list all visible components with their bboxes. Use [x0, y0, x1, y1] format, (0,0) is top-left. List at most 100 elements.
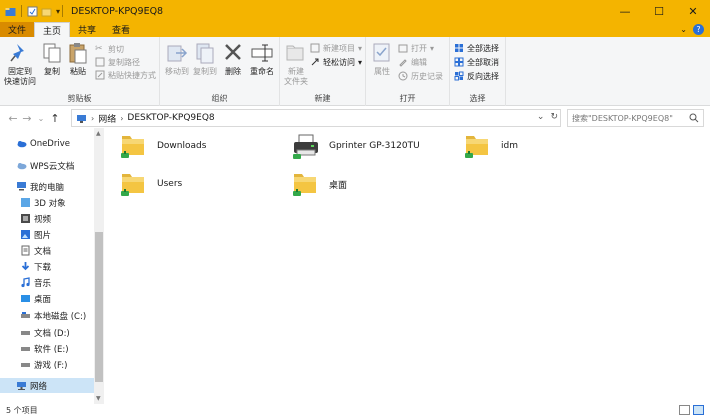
list-item[interactable]: Downloads — [119, 128, 206, 164]
copy-path-button[interactable]: 复制路径 — [95, 56, 140, 68]
nav-item-drive-c[interactable]: 本地磁盘 (C:) — [20, 308, 86, 323]
nav-scrollbar[interactable]: ▲ ▼ — [94, 128, 104, 404]
move-to-button[interactable]: 移动到 — [164, 41, 190, 77]
view-switcher — [679, 405, 704, 415]
properties-icon[interactable] — [27, 6, 38, 17]
nav-item-onedrive[interactable]: OneDrive — [16, 136, 70, 151]
move-to-icon — [167, 45, 188, 62]
drive-icon — [21, 312, 30, 318]
nav-item-3d-objects[interactable]: 3D 对象 — [20, 195, 66, 210]
scroll-down-icon[interactable]: ▼ — [96, 395, 101, 402]
address-actions: ⌄ ↻ — [537, 112, 558, 122]
forward-button[interactable]: → — [20, 112, 34, 125]
search-input[interactable]: 搜索"DESKTOP-KPQ9EQ8" — [567, 109, 704, 127]
pin-quick-access-button[interactable]: 固定到 快速访问 — [4, 41, 36, 87]
nav-item-downloads[interactable]: 下载 — [20, 259, 51, 274]
help-icon[interactable]: ? — [693, 24, 704, 35]
copy-to-button[interactable]: 复制到 — [192, 41, 218, 77]
history-icon — [398, 71, 408, 81]
nav-label: 桌面 — [34, 294, 52, 305]
paste-shortcut-button[interactable]: 粘贴快捷方式 — [95, 69, 156, 81]
nav-item-drive-f[interactable]: 游戏 (F:) — [20, 357, 67, 372]
new-item-icon — [310, 43, 320, 53]
tab-file[interactable]: 文件 — [0, 22, 34, 37]
refresh-icon[interactable]: ↻ — [550, 112, 558, 122]
paste-button[interactable]: 粘贴 — [66, 41, 90, 77]
collapse-ribbon-icon[interactable]: ⌄ — [680, 25, 687, 34]
documents-icon — [21, 245, 30, 256]
close-button[interactable]: ✕ — [676, 0, 710, 22]
breadcrumb-network[interactable]: 网络 — [98, 112, 116, 125]
invert-selection-button[interactable]: 反向选择 — [454, 70, 499, 82]
nav-item-drive-e[interactable]: 软件 (E:) — [20, 341, 69, 356]
nav-item-documents[interactable]: 文档 — [20, 243, 51, 258]
nav-item-this-pc[interactable]: 我的电脑 — [16, 179, 64, 194]
properties-button[interactable]: 属性 — [370, 41, 394, 77]
invert-selection-icon — [454, 71, 464, 81]
nav-item-drive-d[interactable]: 文档 (D:) — [20, 325, 70, 340]
video-icon — [21, 214, 30, 223]
search-icon — [689, 113, 699, 123]
list-item[interactable]: idm — [463, 128, 518, 164]
new-group-label: 新建 — [314, 94, 331, 103]
explorer-icon[interactable] — [5, 6, 16, 17]
maximize-button[interactable]: ☐ — [642, 0, 676, 22]
download-icon — [21, 262, 30, 271]
address-bar[interactable]: › 网络 › DESKTOP-KPQ9EQ8 ⌄ ↻ — [71, 109, 561, 127]
history-button[interactable]: 历史记录 — [398, 70, 443, 82]
easy-access-button[interactable]: 轻松访问 ▾ — [310, 56, 362, 68]
cloud-icon — [17, 163, 27, 170]
minimize-button[interactable]: — — [608, 0, 642, 22]
computer-icon — [17, 182, 26, 191]
nav-item-videos[interactable]: 视频 — [20, 211, 51, 226]
breadcrumb-chevron-icon[interactable]: › — [120, 114, 123, 123]
cut-button[interactable]: ✂ 剪切 — [95, 43, 124, 55]
list-item[interactable]: Gprinter GP-3120TU — [291, 128, 420, 164]
window-controls: — ☐ ✕ — [608, 0, 710, 22]
select-all-label: 全部选择 — [467, 43, 499, 53]
list-item[interactable]: Users — [119, 166, 182, 202]
tab-view[interactable]: 查看 — [104, 22, 138, 37]
select-none-button[interactable]: 全部取消 — [454, 56, 499, 68]
back-button[interactable]: ← — [6, 112, 20, 125]
rename-button[interactable]: 重命名 — [248, 41, 276, 77]
nav-item-network[interactable]: 网络 — [0, 378, 94, 393]
select-all-button[interactable]: 全部选择 — [454, 42, 499, 54]
scroll-up-icon[interactable]: ▲ — [96, 130, 101, 137]
breadcrumb-chevron-icon[interactable]: › — [91, 114, 94, 123]
new-folder-button[interactable]: 新建 文件夹 — [284, 41, 308, 87]
open-button[interactable]: 打开 ▾ — [398, 42, 434, 54]
copy-to-label: 复制到 — [193, 67, 217, 76]
ribbon-options: ⌄ ? — [680, 24, 704, 35]
up-button[interactable]: ↑ — [48, 112, 62, 125]
nav-item-wps-cloud[interactable]: WPS云文档 — [16, 158, 74, 173]
delete-button[interactable]: 删除 — [222, 41, 244, 77]
new-item-button[interactable]: 新建项目 ▾ — [310, 42, 362, 54]
tab-home[interactable]: 主页 — [34, 22, 71, 37]
customize-qat-icon[interactable]: ▾ — [56, 7, 60, 16]
breadcrumb-computer[interactable]: DESKTOP-KPQ9EQ8 — [127, 113, 214, 123]
nav-item-music[interactable]: 音乐 — [20, 275, 51, 290]
recent-locations-button[interactable]: ⌄ — [34, 114, 48, 123]
copy-to-icon — [196, 43, 214, 64]
nav-label: 我的电脑 — [30, 182, 65, 193]
printer-icon — [293, 134, 318, 159]
nav-item-desktop[interactable]: 桌面 — [20, 291, 51, 306]
list-item[interactable]: 桌面 — [291, 166, 347, 202]
copy-button[interactable]: 复制 — [40, 41, 64, 77]
properties-label: 属性 — [374, 67, 390, 76]
edit-button[interactable]: 编辑 — [398, 56, 427, 68]
open-chevron-icon: ▾ — [430, 43, 435, 53]
large-icons-view-icon[interactable] — [693, 405, 704, 415]
scroll-thumb[interactable] — [95, 232, 103, 382]
new-folder-icon[interactable] — [41, 6, 52, 17]
scissors-icon: ✂ — [95, 44, 103, 54]
tab-share[interactable]: 共享 — [70, 22, 104, 37]
details-view-icon[interactable] — [679, 405, 690, 415]
delete-icon — [225, 44, 241, 60]
address-dropdown-icon[interactable]: ⌄ — [537, 112, 545, 122]
nav-label: 网络 — [30, 381, 48, 392]
nav-item-pictures[interactable]: 图片 — [20, 227, 51, 242]
nav-label: 文档 (D:) — [34, 328, 70, 339]
group-organize: 移动到 复制到 删除 重命名 组织 — [160, 37, 280, 106]
